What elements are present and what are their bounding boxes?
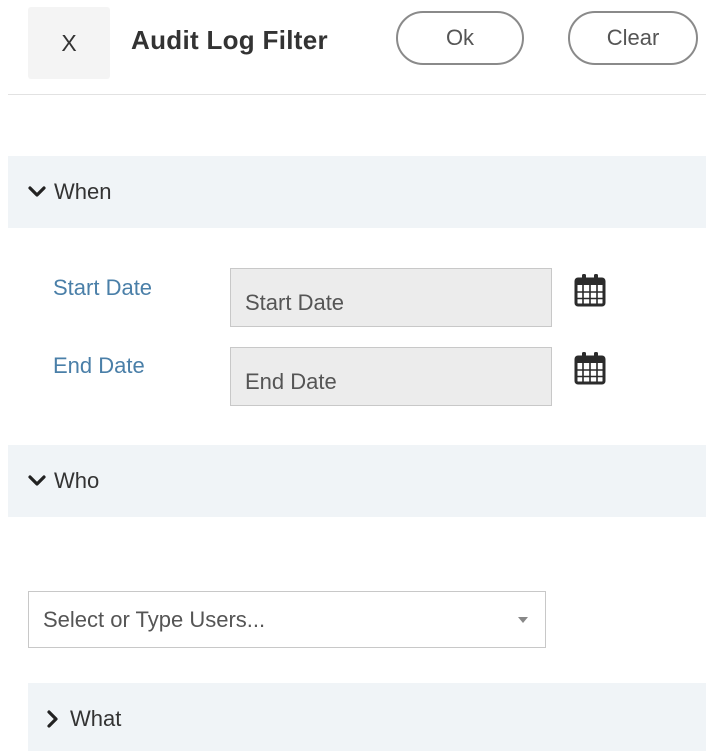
audit-log-filter-panel: X Audit Log Filter Ok Clear When Start D… xyxy=(0,0,706,751)
clear-button[interactable]: Clear xyxy=(568,11,698,65)
start-date-input[interactable] xyxy=(230,268,552,327)
chevron-down-icon xyxy=(28,475,46,486)
calendar-icon[interactable] xyxy=(574,273,606,307)
users-select-placeholder: Select or Type Users... xyxy=(43,606,266,632)
users-select-input[interactable]: Select or Type Users... xyxy=(28,591,546,648)
clear-label: Clear xyxy=(606,25,660,50)
section-when-label: When xyxy=(54,179,112,204)
end-date-input[interactable] xyxy=(230,347,552,406)
section-when-header[interactable]: When xyxy=(8,156,706,228)
chevron-down-icon xyxy=(28,186,46,197)
section-who-header[interactable]: Who xyxy=(8,445,706,517)
start-date-label: Start Date xyxy=(53,275,153,300)
close-button[interactable]: X xyxy=(28,7,110,79)
ok-label: Ok xyxy=(445,25,475,50)
ok-button[interactable]: Ok xyxy=(396,11,524,65)
page-title: Audit Log Filter xyxy=(131,25,328,55)
chevron-right-icon xyxy=(47,710,58,728)
section-who-label: Who xyxy=(54,468,100,493)
section-what-header[interactable]: What xyxy=(28,683,706,751)
header-divider xyxy=(8,94,706,95)
close-label: X xyxy=(61,29,77,56)
section-what-label: What xyxy=(70,706,122,731)
calendar-icon[interactable] xyxy=(574,351,606,385)
end-date-label: End Date xyxy=(53,353,145,378)
dropdown-caret-icon[interactable] xyxy=(518,617,528,623)
